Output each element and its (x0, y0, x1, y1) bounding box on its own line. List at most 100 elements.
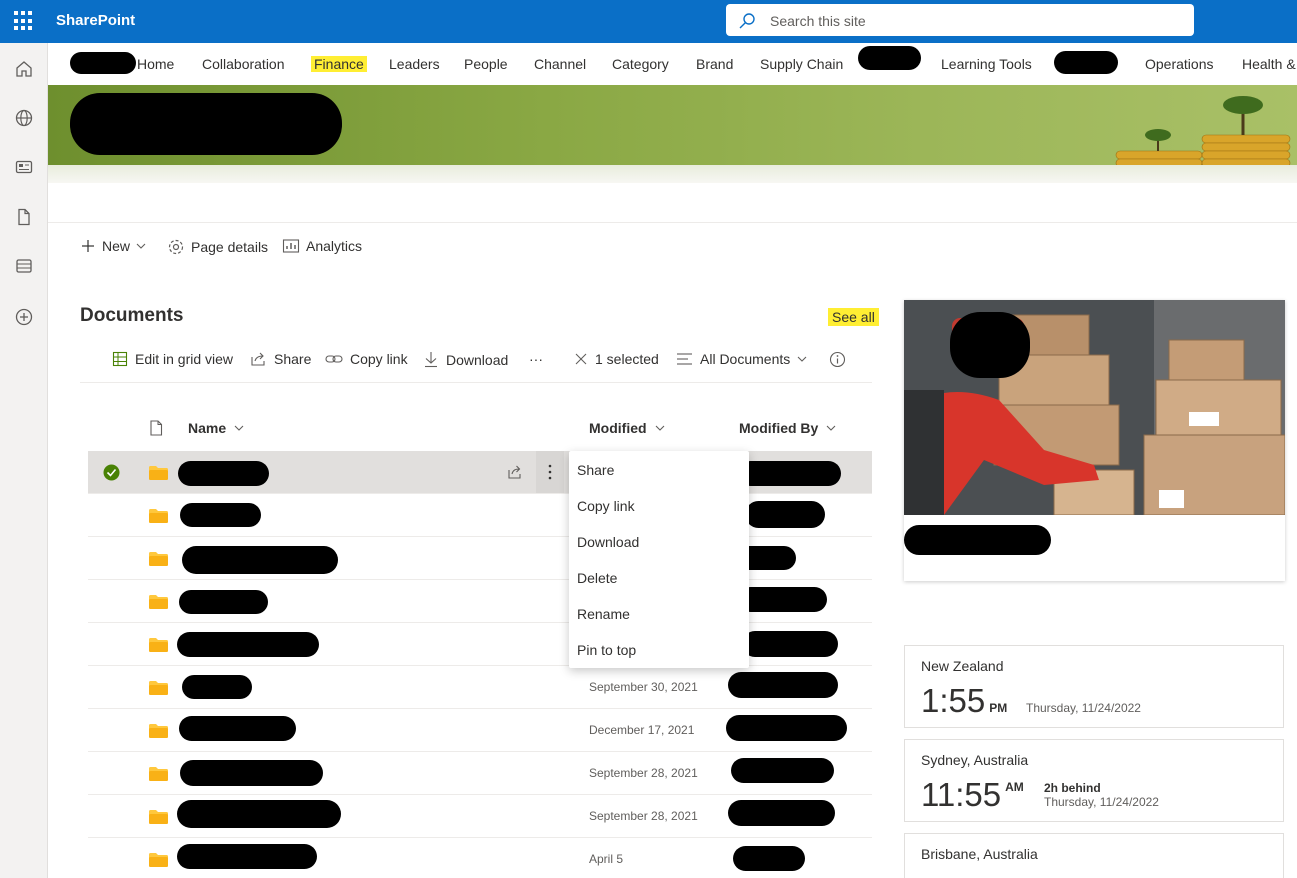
file-icon[interactable] (14, 207, 34, 227)
file-type-icon[interactable] (149, 420, 163, 436)
table-row[interactable]: September 30, 2021 (88, 666, 872, 709)
modified-date: April 5 (589, 852, 624, 866)
redacted-file-name[interactable] (180, 503, 261, 527)
page-details-button[interactable]: Page details (167, 238, 268, 256)
nav-collaboration[interactable]: Collaboration (202, 56, 285, 72)
view-switcher[interactable]: All Documents (676, 351, 807, 367)
nav-brand[interactable]: Brand (696, 56, 733, 72)
search-input[interactable]: Search this site (770, 13, 866, 29)
see-all-link[interactable]: See all (828, 308, 879, 326)
create-icon[interactable] (14, 307, 34, 327)
home-icon[interactable] (14, 59, 34, 79)
globe-icon[interactable] (14, 108, 34, 128)
menu-item-download[interactable]: Download (577, 534, 639, 550)
redacted-hero-title[interactable] (904, 525, 1051, 555)
checkmark-icon[interactable] (103, 464, 120, 481)
nav-people[interactable]: People (464, 56, 508, 72)
folder-icon (149, 595, 168, 609)
redacted-file-name[interactable] (177, 844, 317, 869)
share-icon (251, 352, 265, 366)
edit-grid-label: Edit in grid view (135, 351, 234, 367)
redacted-file-name[interactable] (177, 632, 319, 657)
nav-supply-chain[interactable]: Supply Chain (760, 56, 843, 72)
download-button[interactable]: Download (423, 351, 508, 368)
more-actions-icon[interactable] (536, 451, 564, 493)
nav-channel[interactable]: Channel (534, 56, 586, 72)
table-row[interactable] (88, 451, 872, 494)
table-row[interactable]: September 28, 2021 (88, 752, 872, 795)
redacted-modified-by (726, 715, 847, 741)
list-icon[interactable] (14, 256, 34, 276)
chevron-down-icon (136, 243, 146, 249)
hero-card[interactable] (904, 300, 1285, 581)
menu-item-copy-link[interactable]: Copy link (577, 498, 635, 514)
share-icon[interactable] (507, 464, 523, 480)
column-name[interactable]: Name (188, 420, 244, 436)
redacted-file-name[interactable] (179, 716, 296, 741)
clock-city: Sydney, Australia (921, 752, 1029, 768)
redacted-modified-by (728, 672, 838, 698)
view-label: All Documents (700, 351, 791, 367)
redacted-file-name[interactable] (182, 675, 252, 699)
table-row[interactable]: September 28, 2021 (88, 795, 872, 838)
download-label: Download (446, 351, 509, 368)
table-row[interactable]: December 17, 2021 (88, 709, 872, 752)
share-label: Share (274, 351, 312, 367)
world-clock-card: Brisbane, Australia (904, 833, 1284, 878)
nav-category[interactable]: Category (612, 56, 669, 72)
redacted-modified-by (733, 846, 805, 871)
menu-item-rename[interactable]: Rename (577, 606, 630, 622)
redacted-file-name[interactable] (179, 590, 268, 614)
table-row[interactable] (88, 580, 872, 623)
redacted-file-name[interactable] (177, 800, 341, 828)
folder-icon (149, 552, 168, 566)
app-launcher-icon[interactable] (14, 11, 34, 31)
menu-item-pin-to-top[interactable]: Pin to top (577, 642, 636, 658)
clock-time: 1:55 PM (921, 682, 1008, 719)
table-row[interactable] (88, 537, 872, 580)
news-icon[interactable] (14, 157, 34, 177)
info-button[interactable] (829, 351, 846, 368)
more-button[interactable]: ··· (529, 351, 543, 367)
column-modified[interactable]: Modified (589, 420, 665, 436)
edit-grid-button[interactable]: Edit in grid view (112, 351, 233, 367)
list-view-icon (677, 353, 692, 365)
brand-title[interactable]: SharePoint (56, 12, 135, 29)
clock-ampm: AM (1005, 780, 1024, 794)
redacted-nav-item (858, 46, 921, 70)
search-box[interactable]: Search this site (726, 4, 1194, 36)
table-row[interactable] (88, 623, 872, 666)
menu-item-share[interactable]: Share (577, 462, 614, 478)
folder-icon (149, 509, 168, 523)
folder-icon (149, 638, 168, 652)
redacted-modified-by (738, 587, 827, 612)
share-button[interactable]: Share (250, 351, 311, 367)
nav-health[interactable]: Health & (1242, 56, 1296, 72)
copy-link-label: Copy link (350, 351, 408, 367)
redacted-file-name[interactable] (178, 461, 269, 486)
nav-learning-tools[interactable]: Learning Tools (941, 56, 1032, 72)
analytics-label: Analytics (306, 238, 363, 254)
redacted-file-name[interactable] (180, 760, 323, 786)
redacted-file-name[interactable] (182, 546, 338, 574)
copy-link-button[interactable]: Copy link (325, 351, 408, 367)
modified-date: September 30, 2021 (589, 680, 698, 694)
analytics-button[interactable]: Analytics (282, 238, 362, 254)
close-icon (575, 353, 587, 365)
clock-ampm: PM (989, 701, 1008, 715)
clear-selection-button[interactable]: 1 selected (574, 351, 659, 367)
coins-image (1115, 96, 1291, 165)
nav-leaders[interactable]: Leaders (389, 56, 440, 72)
column-modified-by[interactable]: Modified By (739, 420, 836, 436)
more-icon: ··· (529, 351, 543, 367)
menu-item-delete[interactable]: Delete (577, 570, 617, 586)
new-button[interactable]: New (80, 238, 146, 254)
table-row[interactable]: April 5 (88, 838, 872, 878)
folder-icon (149, 466, 168, 480)
nav-operations[interactable]: Operations (1145, 56, 1213, 72)
context-menu: Share Copy link Download Delete Rename P… (569, 451, 749, 668)
nav-finance[interactable]: Finance (311, 56, 367, 72)
download-icon (425, 352, 437, 368)
table-row[interactable] (88, 494, 872, 537)
nav-home[interactable]: Home (137, 56, 174, 72)
